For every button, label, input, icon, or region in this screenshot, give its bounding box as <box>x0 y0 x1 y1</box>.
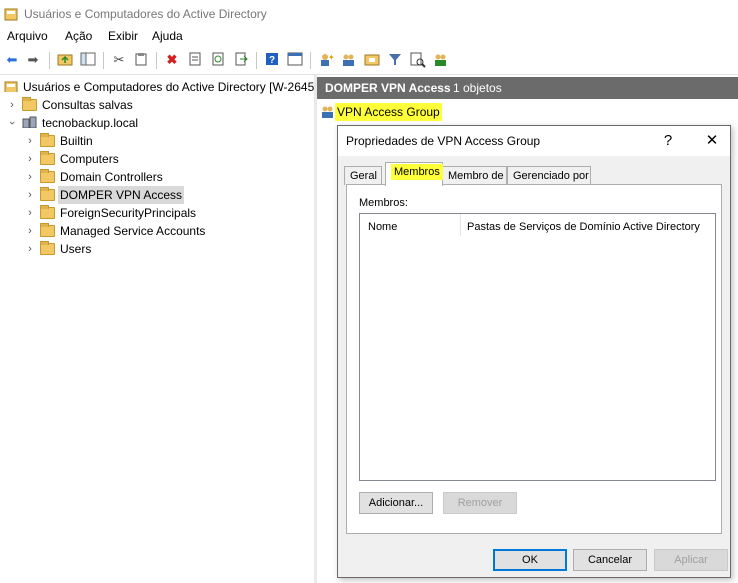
menu-ajuda[interactable]: Ajuda <box>152 28 183 46</box>
find-icon[interactable] <box>409 52 427 68</box>
dialog-title: Propriedades de VPN Access Group <box>346 134 541 148</box>
menu-acao[interactable]: Ação <box>65 28 92 46</box>
folder-icon <box>40 223 55 237</box>
chevron-right-icon[interactable]: › <box>25 186 35 204</box>
folder-icon <box>40 151 55 165</box>
paste-icon[interactable] <box>132 52 150 68</box>
console-tree: Usuários e Computadores do Active Direct… <box>0 75 314 583</box>
results-pane-header: DOMPER VPN Access 1 objetos <box>317 77 738 99</box>
ok-button[interactable]: OK <box>493 549 567 571</box>
tab-gerenciado-por[interactable]: Gerenciado por <box>507 166 591 185</box>
members-list[interactable]: Nome Pastas de Serviços de Domínio Activ… <box>359 213 716 481</box>
window-title-bar: Usuários e Computadores do Active Direct… <box>0 0 738 28</box>
dialog-title-bar: Propriedades de VPN Access Group ? ✕ <box>338 126 730 156</box>
add-to-group-icon[interactable] <box>432 52 450 68</box>
new-user-icon[interactable]: ✦ <box>317 52 335 68</box>
show-pane-icon[interactable] <box>79 52 97 68</box>
new-ou-icon[interactable] <box>363 52 381 68</box>
chevron-right-icon[interactable]: › <box>25 204 35 222</box>
cancel-button[interactable]: Cancelar <box>573 549 647 571</box>
help-icon[interactable]: ? <box>263 52 281 68</box>
properties-icon[interactable] <box>186 52 204 68</box>
chevron-right-icon[interactable]: › <box>25 240 35 258</box>
tree-root-label: Usuários e Computadores do Active Direct… <box>23 80 315 94</box>
chevron-down-icon[interactable]: › <box>3 118 21 128</box>
chevron-right-icon[interactable]: › <box>25 168 35 186</box>
ad-console-icon <box>4 8 18 21</box>
refresh-icon[interactable] <box>209 52 227 68</box>
tab-membros[interactable]: Membros <box>385 162 443 186</box>
console-icon[interactable] <box>286 52 304 68</box>
ou-folder-icon <box>40 187 55 201</box>
chevron-right-icon[interactable]: › <box>25 150 35 168</box>
filter-icon[interactable] <box>386 52 404 68</box>
apply-button[interactable]: Aplicar <box>654 549 728 571</box>
folder-icon <box>40 205 55 219</box>
folder-icon <box>40 241 55 255</box>
export-icon[interactable] <box>232 52 250 68</box>
column-header-nome[interactable]: Nome <box>368 221 397 233</box>
chevron-right-icon[interactable]: › <box>25 222 35 240</box>
tab-panel-membros: Membros: Nome Pastas de Serviços de Domí… <box>346 184 722 534</box>
folder-icon <box>22 97 37 111</box>
forward-icon[interactable]: ➡ <box>24 52 42 68</box>
folder-icon <box>40 133 55 147</box>
column-header-pastas[interactable]: Pastas de Serviços de Domínio Active Dir… <box>467 221 700 233</box>
members-label: Membros: <box>359 197 408 209</box>
help-button[interactable]: ? <box>646 126 690 156</box>
window-title: Usuários e Computadores do Active Direct… <box>24 7 267 21</box>
menu-arquivo[interactable]: Arquivo <box>7 28 48 46</box>
close-button[interactable]: ✕ <box>690 126 734 156</box>
chevron-right-icon[interactable]: › <box>25 132 35 150</box>
back-icon[interactable]: ⬅ <box>3 52 21 68</box>
properties-dialog: Propriedades de VPN Access Group ? ✕ Ger… <box>337 125 731 578</box>
ou-folder-icon <box>40 169 55 183</box>
delete-icon[interactable]: ✖ <box>163 52 181 68</box>
menu-exibir[interactable]: Exibir <box>108 28 138 46</box>
cut-icon[interactable]: ✂ <box>110 52 128 68</box>
pane-splitter[interactable] <box>314 75 317 583</box>
chevron-right-icon[interactable]: › <box>7 96 17 114</box>
svg-text:?: ? <box>269 55 275 66</box>
group-icon <box>322 106 333 118</box>
ad-console-icon <box>4 81 18 92</box>
menu-bar: Arquivo Ação Exibir Ajuda <box>0 28 738 48</box>
list-item-label: VPN Access Group <box>335 103 442 121</box>
up-folder-icon[interactable] <box>56 52 74 68</box>
results-pane-count: 1 objetos <box>453 81 502 95</box>
svg-text:✦: ✦ <box>328 53 334 62</box>
toolbar: ⬅ ➡ ✂ ✖ ? ✦ <box>0 48 738 75</box>
remove-button[interactable]: Remover <box>443 492 517 514</box>
results-pane-title: DOMPER VPN Access <box>325 81 451 95</box>
add-button[interactable]: Adicionar... <box>359 492 433 514</box>
tab-geral[interactable]: Geral <box>344 166 382 185</box>
tab-membro-de[interactable]: Membro de <box>442 166 507 185</box>
new-group-icon[interactable] <box>340 52 358 68</box>
domain-icon <box>22 116 37 128</box>
